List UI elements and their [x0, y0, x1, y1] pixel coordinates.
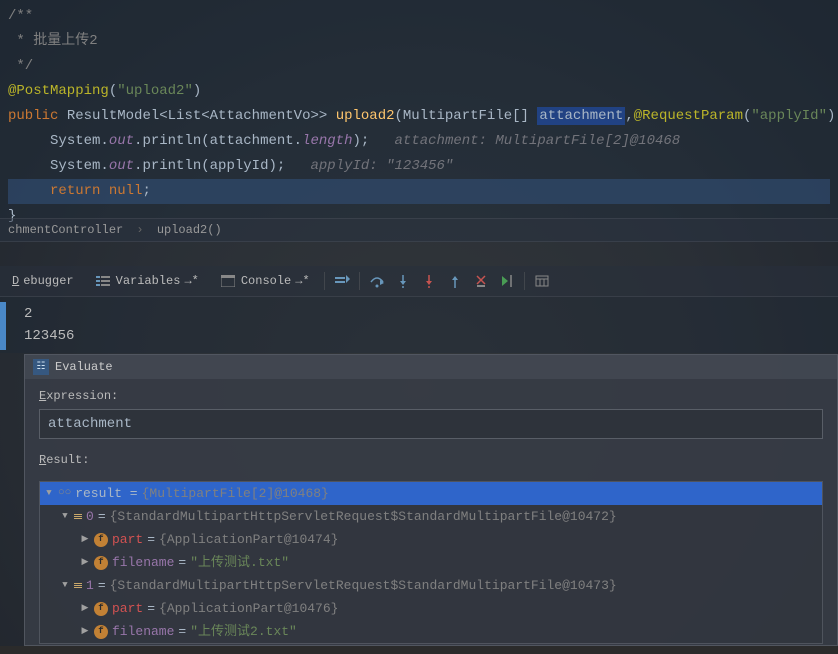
tree-row[interactable]: ▶ f filename = "上传测试.txt": [40, 551, 822, 574]
result-indicator-icon: ○○: [58, 484, 71, 503]
tab-variables[interactable]: Variables →*: [88, 270, 205, 292]
expand-arrow-icon[interactable]: ▼: [44, 484, 54, 503]
run-to-cursor-icon[interactable]: [498, 272, 516, 290]
breadcrumb-item[interactable]: upload2(): [157, 223, 222, 237]
code-line: System.out.println(applyId); applyId: "1…: [8, 154, 830, 179]
array-index-icon: [74, 514, 82, 519]
code-line: System.out.println(attachment.length); a…: [8, 129, 830, 154]
inline-debug-hint: attachment: MultipartFile[2]@10468: [395, 133, 681, 149]
show-execution-point-icon[interactable]: [333, 272, 351, 290]
code-line-current: return null;: [8, 179, 830, 204]
breadcrumb[interactable]: chmentController › upload2(): [0, 218, 838, 242]
drop-frame-icon[interactable]: [472, 272, 490, 290]
console-line: 2: [24, 303, 822, 325]
expand-arrow-icon[interactable]: ▶: [80, 530, 90, 549]
pin-icon: →*: [295, 274, 309, 288]
breadcrumb-item[interactable]: chmentController: [8, 223, 123, 237]
code-line: /**: [8, 4, 830, 29]
result-label: Result:: [39, 453, 823, 467]
dialog-title: Evaluate: [55, 360, 113, 374]
tab-debugger[interactable]: Debugger: [6, 272, 80, 290]
tree-row[interactable]: ▼ 1 = {StandardMultipartHttpServletReque…: [40, 574, 822, 597]
console-line: 123456: [24, 325, 822, 347]
step-into-icon[interactable]: [394, 272, 412, 290]
tab-console[interactable]: Console →*: [213, 270, 316, 292]
variables-icon: [94, 272, 112, 290]
result-tree[interactable]: ▼ ○○ result = {MultipartFile[2]@10468} ▼…: [39, 481, 823, 644]
code-editor[interactable]: /** * 批量上传2 */ @PostMapping("upload2") p…: [0, 0, 838, 218]
dialog-titlebar[interactable]: ☷ Evaluate: [25, 355, 837, 379]
debug-toolbar: Debugger Variables →* Console →*: [0, 266, 838, 297]
evaluate-dialog: ☷ Evaluate Expression: Result: ▼ ○○ resu…: [24, 354, 838, 646]
tree-row[interactable]: ▼ 0 = {StandardMultipartHttpServletReque…: [40, 505, 822, 528]
step-out-icon[interactable]: [446, 272, 464, 290]
gutter-highlight: [0, 302, 6, 350]
force-step-into-icon[interactable]: [420, 272, 438, 290]
chevron-right-icon: ›: [136, 223, 143, 237]
code-line: public ResultModel<List<AttachmentVo>> u…: [8, 104, 830, 129]
console-icon: [219, 272, 237, 290]
code-line: * 批量上传2: [8, 29, 830, 54]
inline-debug-hint: applyId: "123456": [311, 158, 454, 174]
expand-arrow-icon[interactable]: ▶: [80, 622, 90, 641]
code-line: @PostMapping("upload2"): [8, 79, 830, 104]
expand-arrow-icon[interactable]: ▶: [80, 599, 90, 618]
pin-icon: →*: [184, 274, 198, 288]
tree-row[interactable]: ▶ f part = {ApplicationPart@10474}: [40, 528, 822, 551]
expression-input[interactable]: [39, 409, 823, 439]
tree-row[interactable]: ▶ f part = {ApplicationPart@10476}: [40, 597, 822, 620]
highlighted-param: attachment: [537, 107, 625, 125]
expand-arrow-icon[interactable]: ▼: [60, 507, 70, 526]
evaluate-icon: ☷: [33, 359, 49, 375]
expand-arrow-icon[interactable]: ▶: [80, 553, 90, 572]
code-line: */: [8, 54, 830, 79]
array-index-icon: [74, 583, 82, 588]
expression-label: Expression:: [39, 389, 823, 403]
tree-row-root[interactable]: ▼ ○○ result = {MultipartFile[2]@10468}: [40, 482, 822, 505]
field-icon: f: [94, 533, 108, 547]
console-output[interactable]: 2 123456: [0, 297, 838, 353]
tree-row[interactable]: ▶ f filename = "上传测试2.txt": [40, 620, 822, 643]
field-icon: f: [94, 602, 108, 616]
field-icon: f: [94, 625, 108, 639]
field-icon: f: [94, 556, 108, 570]
step-over-icon[interactable]: [368, 272, 386, 290]
evaluate-expression-icon[interactable]: [533, 272, 551, 290]
expand-arrow-icon[interactable]: ▼: [60, 576, 70, 595]
